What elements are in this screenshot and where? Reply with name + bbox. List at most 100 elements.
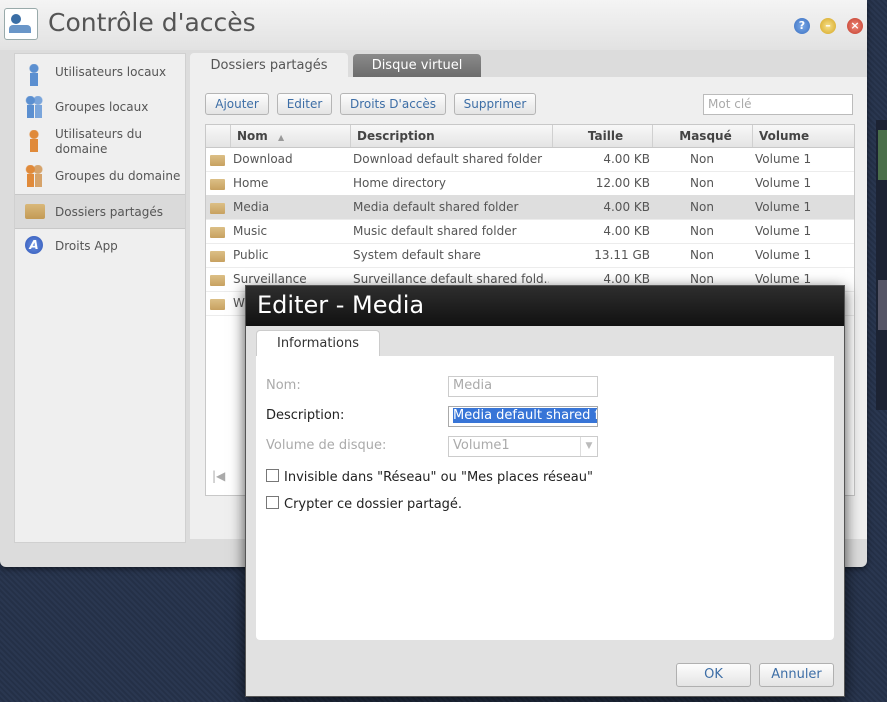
sidebar-item-shared-folders[interactable]: Dossiers partagés [15,194,185,229]
table-cell-size: 4.00 KB [603,200,650,214]
table-cell-hidden: Non [690,224,714,238]
minimize-icon[interactable]: – [820,18,836,34]
tab-shared-folders[interactable]: Dossiers partagés [190,53,348,78]
add-button[interactable]: Ajouter [205,93,269,115]
table-row[interactable]: Media Media default shared folder 4.00 KB N… [206,195,854,220]
table-row[interactable]: Home Home directory 12.00 KB Non Volume 1 [206,171,854,196]
access-control-app-icon [4,8,38,40]
sidebar-item-domain-groups[interactable]: Groupes du domaine [15,164,185,192]
sidebar-item-local-users[interactable]: Utilisateurs locaux [15,62,185,90]
folder-icon [25,204,45,219]
name-label: Nom: [266,378,301,393]
column-header-volume[interactable]: Volume [752,125,854,147]
table-cell-volume: Volume 1 [755,152,812,166]
column-header-size[interactable]: Taille [552,125,652,147]
checkbox-box [266,469,279,482]
close-icon[interactable]: × [847,18,863,34]
sidebar-item-local-groups[interactable]: Groupes locaux [15,96,185,124]
description-label: Description: [266,408,345,423]
table-cell-size: 12.00 KB [595,176,650,190]
description-selected-text: Media default shared f [453,408,598,423]
table-cell-description: Home directory [353,176,446,190]
table-cell-name: Home [233,176,269,190]
column-header-name[interactable]: Nom ▲ [230,125,350,147]
column-header-hidden[interactable]: Masqué [652,125,752,147]
folder-icon [210,227,225,238]
table-row[interactable]: Download Download default shared folder 4.… [206,147,854,172]
background-window-edge [876,120,887,410]
table-cell-name: Music [233,224,268,238]
sidebar-item-label: Utilisateurs locaux [55,65,167,79]
table-cell-size: 4.00 KB [603,152,650,166]
table-row[interactable]: Music Music default shared folder 4.00 KB N… [206,219,854,244]
folder-icon [210,299,225,310]
sidebar-item-label: Utilisateurs du domaine [55,127,143,156]
sidebar-item-domain-users[interactable]: Utilisateurs du domaine [15,126,185,160]
table-cell-size: 13.11 GB [594,248,650,262]
table-cell-hidden: Non [690,200,714,214]
table-cell-hidden: Non [690,176,714,190]
ok-button[interactable]: OK [676,663,751,687]
window-title: Contrôle d'accès [48,8,256,37]
title-bar: Contrôle d'accès ? – × [0,0,867,50]
volume-label: Volume de disque: [266,438,387,453]
column-header-label: Nom [237,129,268,143]
table-cell-volume: Volume 1 [755,248,812,262]
sidebar-item-label: Dossiers partagés [55,205,164,219]
table-header: Nom ▲ Description Taille Masqué Volume [206,125,854,148]
sort-ascending-icon: ▲ [277,133,285,142]
table-cell-hidden: Non [690,248,714,262]
invisible-network-checkbox[interactable]: Invisible dans "Réseau" ou "Mes places r… [266,469,593,485]
volume-select-value: Volume1 [453,438,510,453]
table-cell-volume: Volume 1 [755,200,812,214]
folder-icon [210,251,225,262]
table-cell-name: Public [233,248,269,262]
sidebar-item-label: Groupes du domaine [55,169,181,183]
delete-button[interactable]: Supprimer [454,93,536,115]
folder-icon [210,179,225,190]
domain-user-icon [25,130,43,152]
table-cell-description: Media default shared folder [353,200,519,214]
user-icon [25,64,43,86]
name-field[interactable]: Media [448,376,598,397]
chevron-down-icon: ▼ [580,437,597,456]
group-icon [25,96,43,118]
access-rights-button[interactable]: Droits D'accès [340,93,446,115]
sidebar-item-label: Groupes locaux [55,100,149,114]
table-cell-description: Download default shared folder [353,152,543,166]
folder-icon [210,275,225,286]
column-header-description[interactable]: Description [350,125,552,147]
encrypt-folder-checkbox[interactable]: Crypter ce dossier partagé. [266,496,462,512]
tab-virtual-disk[interactable]: Disque virtuel [353,54,481,77]
table-cell-hidden: Non [690,152,714,166]
first-page-icon[interactable]: |◀ [212,469,225,483]
app-rights-icon: A [25,236,43,254]
sidebar-item-app-rights[interactable]: A Droits App [15,234,185,262]
table-cell-description: System default share [353,248,481,262]
folder-icon [210,155,225,166]
folder-icon [210,203,225,214]
table-cell-name: Download [233,152,293,166]
cancel-button[interactable]: Annuler [759,663,834,687]
table-row[interactable]: Public System default share 13.11 GB Non Vol… [206,243,854,268]
dialog-title: Editer - Media [246,286,844,326]
dialog-body: Nom: Media Description: Media default sh… [256,356,834,640]
table-cell-name: Media [233,200,270,214]
table-cell-size: 4.00 KB [603,224,650,238]
tab-informations[interactable]: Informations [256,330,380,356]
table-cell-volume: Volume 1 [755,224,812,238]
domain-group-icon [25,165,43,187]
search-input[interactable]: Mot clé [703,94,853,115]
help-icon[interactable]: ? [794,18,810,34]
table-cell-volume: Volume 1 [755,176,812,190]
checkbox-box [266,496,279,509]
sidebar: Utilisateurs locaux Groupes locaux Utili… [14,53,186,543]
checkbox-label: Crypter ce dossier partagé. [284,497,463,512]
sidebar-item-label: Droits App [55,239,118,253]
edit-button[interactable]: Editer [277,93,332,115]
checkbox-label: Invisible dans "Réseau" ou "Mes places r… [284,470,593,485]
description-field[interactable]: Media default shared f [448,406,598,427]
edit-dialog: Editer - Media Informations Nom: Media D… [245,285,845,697]
table-cell-description: Music default shared folder [353,224,517,238]
volume-select[interactable]: Volume1 ▼ [448,436,598,457]
